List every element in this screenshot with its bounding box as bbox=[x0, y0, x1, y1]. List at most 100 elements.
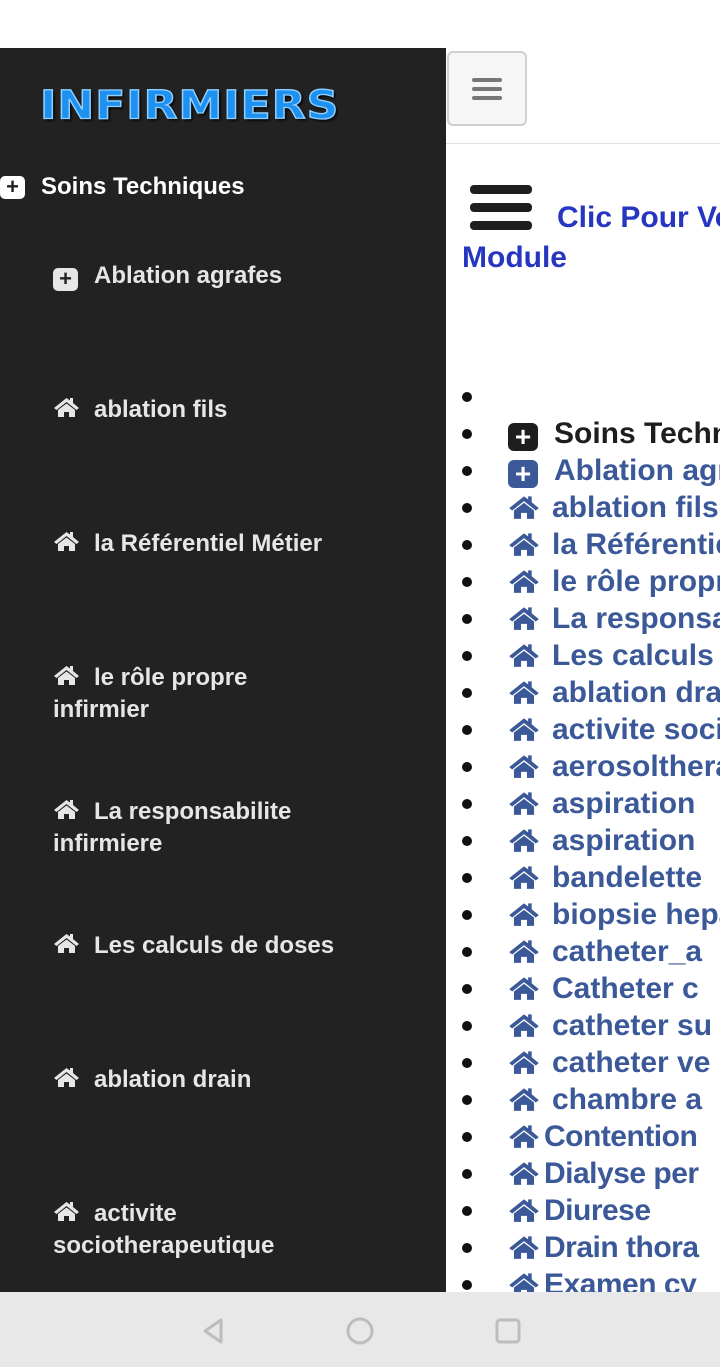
list-item[interactable]: Les calculs de doses bbox=[446, 637, 720, 674]
list-item-label: ablation fils bbox=[552, 491, 719, 524]
sidebar-item-label: Ablation agrafes bbox=[94, 262, 283, 289]
home-button[interactable] bbox=[340, 1314, 380, 1348]
sidebar-heading[interactable]: + Soins Techniques bbox=[0, 173, 245, 201]
list-item-label: ablation drain bbox=[552, 676, 720, 709]
list-item[interactable]: Examen cy bbox=[446, 1266, 720, 1292]
module-list: + Soins Techniques + Ablation agrafes ablati… bbox=[446, 378, 720, 1292]
list-item[interactable]: aspiration bbox=[446, 785, 720, 822]
recents-button[interactable] bbox=[488, 1314, 528, 1348]
list-item[interactable]: aerosoltherapie bbox=[446, 748, 720, 785]
plus-square-icon: + bbox=[508, 423, 538, 451]
sidebar-item[interactable]: ablation fils bbox=[53, 394, 393, 426]
list-item[interactable]: + Ablation agrafes bbox=[446, 452, 720, 489]
android-nav-bar bbox=[0, 1292, 720, 1367]
module-link[interactable]: Clic Pour Voir Module bbox=[462, 198, 720, 278]
list-item[interactable]: catheter su bbox=[446, 1007, 720, 1044]
home-icon bbox=[508, 825, 540, 862]
home-icon bbox=[508, 603, 540, 640]
list-item-label: aerosoltherapie bbox=[552, 750, 720, 783]
list-item-label: activite sociotherapeutique bbox=[552, 713, 720, 746]
home-icon bbox=[508, 714, 540, 751]
home-icon bbox=[508, 1158, 540, 1195]
list-item bbox=[446, 378, 720, 415]
home-icon bbox=[508, 1121, 540, 1158]
sidebar-heading-label: Soins Techniques bbox=[41, 173, 245, 200]
home-icon bbox=[508, 899, 540, 936]
home-icon bbox=[53, 1065, 80, 1096]
home-icon bbox=[508, 640, 540, 677]
home-icon bbox=[508, 973, 540, 1010]
home-icon bbox=[508, 566, 540, 603]
back-icon bbox=[203, 1318, 223, 1344]
menu-icon bbox=[472, 77, 502, 100]
sidebar-item[interactable]: ablation drain bbox=[53, 1064, 393, 1096]
list-item[interactable]: Drain thora bbox=[446, 1229, 720, 1266]
list-item-label: bandelette bbox=[552, 861, 703, 894]
list-item-label: Ablation agrafes bbox=[554, 454, 720, 487]
list-item[interactable]: Diurese bbox=[446, 1192, 720, 1229]
list-item-label: le rôle propre infirmier bbox=[552, 565, 720, 598]
list-item[interactable]: aspiration bbox=[446, 822, 720, 859]
home-icon bbox=[508, 1232, 540, 1269]
home-icon bbox=[508, 677, 540, 714]
list-item[interactable]: biopsie hepatique bbox=[446, 896, 720, 933]
home-icon bbox=[508, 1084, 540, 1121]
recents-icon bbox=[495, 1318, 521, 1344]
home-icon bbox=[508, 936, 540, 973]
sidebar-item-label: activite sociotherapeutique bbox=[53, 1200, 275, 1259]
list-item-label: Diurese bbox=[544, 1194, 651, 1227]
sidebar-item-label: le rôle propre infirmier bbox=[53, 664, 248, 723]
list-item-label: La responsabilite infirmiere bbox=[552, 602, 720, 635]
home-icon bbox=[508, 1195, 540, 1232]
sidebar-item[interactable]: la Référentiel Métier bbox=[53, 528, 393, 560]
list-item[interactable]: chambre a bbox=[446, 1081, 720, 1118]
list-item[interactable]: La responsabilite infirmiere bbox=[446, 600, 720, 637]
list-item-label: aspiration bbox=[552, 787, 696, 820]
list-item[interactable]: Contention bbox=[446, 1118, 720, 1155]
list-item[interactable]: + Soins Techniques bbox=[446, 415, 720, 452]
list-item-label: Soins Techniques bbox=[554, 417, 720, 450]
logo: INFIRMIERS bbox=[39, 82, 340, 129]
list-item[interactable]: la Référentiel Métier bbox=[446, 526, 720, 563]
list-item-label: la Référentiel Métier bbox=[552, 528, 720, 561]
list-item-label: catheter_a bbox=[552, 935, 703, 968]
sidebar-toggle-button[interactable] bbox=[447, 51, 527, 126]
sidebar-item[interactable]: activite sociotherapeutique bbox=[53, 1198, 333, 1261]
list-item-label: Contention bbox=[544, 1120, 698, 1153]
list-item[interactable]: bandelette bbox=[446, 859, 720, 896]
list-item-label: Catheter c bbox=[552, 972, 699, 1005]
home-icon bbox=[53, 797, 80, 828]
sidebar-item[interactable]: le rôle propre infirmier bbox=[53, 662, 313, 725]
home-icon bbox=[508, 1269, 540, 1292]
sidebar-item[interactable]: Les calculs de doses bbox=[53, 930, 393, 962]
list-item-label: chambre a bbox=[552, 1083, 703, 1116]
list-item[interactable]: ablation drain bbox=[446, 674, 720, 711]
home-icon bbox=[508, 862, 540, 899]
list-item-label: catheter su bbox=[552, 1009, 713, 1042]
sidebar-item[interactable]: La responsabilite infirmiere bbox=[53, 796, 353, 859]
sidebar-item[interactable]: + Ablation agrafes bbox=[53, 260, 393, 291]
back-button[interactable] bbox=[193, 1314, 233, 1348]
plus-square-icon: + bbox=[0, 175, 25, 199]
list-item[interactable]: Catheter c bbox=[446, 970, 720, 1007]
list-item[interactable]: catheter ve bbox=[446, 1044, 720, 1081]
list-item[interactable]: Dialyse per bbox=[446, 1155, 720, 1192]
list-item[interactable]: ablation fils bbox=[446, 489, 720, 526]
list-item[interactable]: catheter_a bbox=[446, 933, 720, 970]
home-icon bbox=[508, 529, 540, 566]
header-divider bbox=[446, 143, 720, 144]
sidebar: INFIRMIERS + Soins Techniques + Ablation … bbox=[0, 48, 446, 1292]
main-content: Clic Pour Voir Module + Soins Techniques+… bbox=[446, 48, 720, 1292]
list-item-label: biopsie hepatique bbox=[552, 898, 720, 931]
status-bar bbox=[0, 0, 720, 48]
home-icon bbox=[508, 492, 540, 529]
list-item-label: catheter ve bbox=[552, 1046, 711, 1079]
list-item-label: Examen cy bbox=[544, 1268, 697, 1292]
list-item[interactable]: activite sociotherapeutique bbox=[446, 711, 720, 748]
list-item[interactable]: le rôle propre infirmier bbox=[446, 563, 720, 600]
list-item-label: aspiration bbox=[552, 824, 696, 857]
home-icon bbox=[508, 788, 540, 825]
home-icon bbox=[508, 751, 540, 788]
home-circle-icon bbox=[346, 1317, 374, 1345]
home-icon bbox=[53, 1199, 80, 1230]
